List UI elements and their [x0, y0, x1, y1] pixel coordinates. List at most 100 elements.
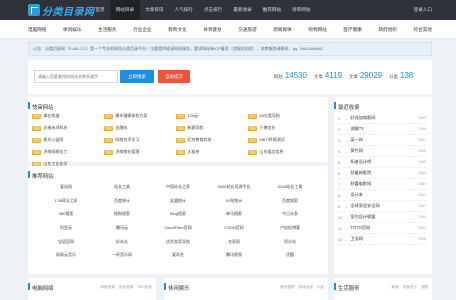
quick-site-item[interactable]: 站点 太极茶: [176, 149, 248, 155]
bottom-tab[interactable]: 游戏动漫: [298, 285, 312, 290]
recommend-link[interactable]: 178网址之家: [38, 198, 94, 204]
category-item[interactable]: 新闻媒体: [273, 20, 291, 39]
recommend-link[interactable]: 中国站长之家: [150, 184, 206, 190]
quick-site-name[interactable]: 北京教育科技: [187, 137, 211, 143]
recommend-link[interactable]: 腾讯视频: [206, 252, 262, 258]
search-input[interactable]: [34, 70, 118, 83]
quick-site-name[interactable]: MBTI性格测试: [259, 137, 285, 143]
recommend-link[interactable]: 宝塔官网: [38, 239, 94, 245]
quick-site-name[interactable]: 新客导航: [187, 125, 203, 131]
latest-site-name[interactable]: 秋霞电影网: [350, 181, 418, 187]
nav-pending[interactable]: 待审网站: [287, 0, 316, 20]
recommend-link[interactable]: CSDN官网: [206, 225, 262, 231]
recommend-link[interactable]: 优酷: [262, 252, 318, 258]
bottom-tab[interactable]: 网络资源: [100, 285, 114, 290]
bottom-tab[interactable]: SEO优化: [137, 285, 152, 290]
category-item[interactable]: 购物网站: [308, 20, 326, 39]
quick-site-item[interactable]: 站点 拿在知道: [32, 113, 104, 119]
latest-item[interactable]: 4- 黄竹网 1566: [338, 146, 426, 157]
quick-site-name[interactable]: 金融网: [115, 125, 127, 131]
quick-site-name[interactable]: 美年健康体检方案: [115, 113, 147, 119]
quick-site-item[interactable]: 站点 山东饭店信息: [248, 149, 320, 155]
recommend-link[interactable]: 积分站: [262, 239, 318, 245]
quick-site-item[interactable]: 站点 网络技术学习: [104, 137, 176, 143]
bottom-tab[interactable]: 美食: [391, 285, 398, 290]
latest-item[interactable]: 6- 舒童新影院 1564: [338, 168, 426, 179]
login-link[interactable]: 登录入口: [414, 0, 432, 20]
nav-home[interactable]: 首页: [90, 0, 110, 20]
latest-item[interactable]: 11- TOTO官网 1559: [338, 223, 426, 234]
recommend-link[interactable]: 今日头条: [262, 211, 318, 217]
recommend-link[interactable]: 360搜索: [38, 211, 94, 217]
latest-site-name[interactable]: 湖塘TV: [350, 126, 418, 132]
recommend-link[interactable]: 爱站网: [38, 184, 94, 190]
quick-site-name[interactable]: 129云: [187, 113, 198, 119]
quick-site-name[interactable]: 山东饭店信息: [259, 149, 283, 155]
latest-item[interactable]: 9- 全球家居安全网 1561: [338, 201, 426, 212]
quick-site-item[interactable]: 站点 129云: [176, 113, 248, 119]
category-item[interactable]: 体育健身: [203, 20, 221, 39]
recommend-link[interactable]: 一听音乐网: [94, 252, 150, 258]
bottom-tab[interactable]: 站长资源: [119, 285, 133, 290]
quick-site-item[interactable]: 站点 85分类导航: [248, 113, 320, 119]
recommend-link[interactable]: 卢松松博客: [262, 225, 318, 231]
latest-item[interactable]: 7- 秋霞电影网 1563: [338, 179, 426, 190]
latest-site-name[interactable]: 舒童新影院: [350, 170, 418, 176]
submit-site-button[interactable]: 自助提交: [158, 70, 190, 83]
quick-site-item[interactable]: 站点 MBTI性格测试: [248, 137, 320, 143]
recommend-link[interactable]: 3000站长资源平台: [206, 184, 262, 190]
recommend-link[interactable]: 好站长: [94, 239, 150, 245]
latest-item[interactable]: 8- 设计本 1562: [338, 190, 426, 201]
recommend-link[interactable]: 51啦统计: [206, 198, 262, 204]
category-item[interactable]: 综合其他: [414, 20, 432, 39]
latest-site-name[interactable]: 英一网: [350, 137, 418, 143]
recommend-link[interactable]: 腾讯云: [94, 225, 150, 231]
nav-latest[interactable]: 最新收录: [228, 0, 257, 20]
latest-site-name[interactable]: 室内设计联盟: [350, 214, 418, 220]
latest-site-name[interactable]: 卫浴网: [350, 236, 418, 242]
category-item[interactable]: 生活服务: [98, 20, 116, 39]
site-logo[interactable]: 分类目录网: [28, 4, 95, 18]
latest-site-name[interactable]: 拓者设计吧: [350, 159, 418, 165]
latest-item[interactable]: 1- 好选加电影网 1569: [338, 113, 426, 124]
latest-item[interactable]: 10- 室内设计联盟 1560: [338, 212, 426, 223]
recommend-link[interactable]: 爱奇艺: [150, 252, 206, 258]
nav-clicks[interactable]: 点击排行: [198, 0, 227, 20]
quick-site-item[interactable]: 站点 无锡永鸿科技: [32, 125, 104, 131]
recommend-link[interactable]: 5118站长工具: [262, 184, 318, 190]
quick-site-item[interactable]: 站点 济南网络化工: [32, 149, 104, 155]
quick-site-item[interactable]: 站点 新客导航: [176, 125, 248, 131]
recommend-link[interactable]: 名家网: [206, 239, 262, 245]
nav-recommended[interactable]: 推荐网站: [257, 0, 286, 20]
quick-site-name[interactable]: 网络技术学习: [115, 137, 139, 143]
quick-site-item[interactable]: 站点 济南物业管理: [104, 149, 176, 155]
quick-site-item[interactable]: 站点 美年健康体检方案: [104, 113, 176, 119]
quick-site-name[interactable]: 太极茶: [187, 149, 199, 155]
recommend-link[interactable]: 搜狗搜索: [94, 211, 150, 217]
recommend-link[interactable]: 友盟统计: [150, 198, 206, 204]
category-item[interactable]: 休闲娱乐: [63, 20, 81, 39]
quick-site-name[interactable]: 济南网络化工: [43, 149, 67, 155]
quick-site-item[interactable]: 站点 万博金业: [248, 125, 320, 131]
bottom-tab[interactable]: 宠物: [421, 285, 428, 290]
quick-site-name[interactable]: 万博金业: [259, 125, 275, 131]
quick-site-name[interactable]: 无锡永鸿科技: [43, 125, 67, 131]
recommend-link[interactable]: 网易云音乐: [38, 252, 94, 258]
recommend-link[interactable]: CloudFlare官网: [150, 225, 206, 231]
recommend-link[interactable]: 百度搜索: [262, 198, 318, 204]
quick-site-name[interactable]: 济南物业管理: [115, 149, 139, 155]
latest-item[interactable]: 12- 卫浴网 1558: [338, 234, 426, 245]
latest-site-name[interactable]: 好选加电影网: [350, 115, 418, 121]
latest-site-name[interactable]: 全球家居安全网: [350, 203, 418, 209]
search-button[interactable]: 立即搜索: [120, 70, 154, 83]
category-item[interactable]: 电脑网络: [28, 20, 46, 39]
recommend-link[interactable]: 百度统计: [94, 198, 150, 204]
quick-site-name[interactable]: 星光公益网: [43, 137, 63, 143]
category-item[interactable]: 交通旅游: [238, 20, 256, 39]
bottom-tab[interactable]: 音乐视频: [280, 285, 294, 290]
category-item[interactable]: 行业企业: [133, 20, 151, 39]
category-item[interactable]: 教育文化: [168, 20, 186, 39]
quick-site-item[interactable]: 站点 星光公益网: [32, 137, 104, 143]
recommend-link[interactable]: 神马搜索: [206, 211, 262, 217]
nav-articles[interactable]: 文章资讯: [140, 0, 169, 20]
